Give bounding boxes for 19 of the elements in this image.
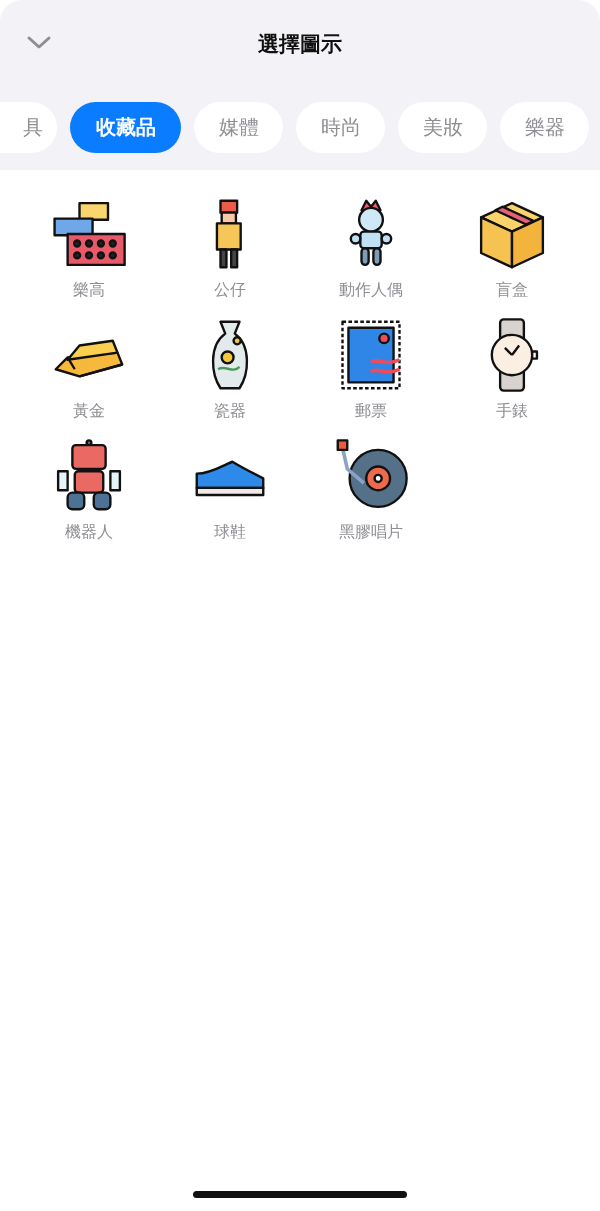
sheet-title: 選擇圖示 bbox=[258, 31, 342, 58]
category-tab[interactable]: 收藏品 bbox=[70, 102, 181, 153]
icon-label: 手錶 bbox=[495, 401, 528, 422]
collapse-icon[interactable] bbox=[26, 35, 52, 51]
icon-label: 郵票 bbox=[354, 401, 387, 422]
icon-label: 公仔 bbox=[213, 280, 246, 301]
category-tab[interactable]: 具 bbox=[0, 102, 57, 153]
icon-label: 瓷器 bbox=[213, 401, 246, 422]
icon-label: 機器人 bbox=[64, 522, 113, 543]
icon-label: 動作人偶 bbox=[338, 280, 403, 301]
category-tab[interactable]: 美妝 bbox=[398, 102, 487, 153]
category-tab[interactable]: 樂器 bbox=[500, 102, 589, 153]
icon-label: 球鞋 bbox=[213, 522, 246, 543]
icon-label: 黑膠唱片 bbox=[338, 522, 403, 543]
icon-label: 樂高 bbox=[72, 280, 105, 301]
category-tab[interactable]: 時尚 bbox=[296, 102, 385, 153]
category-tab[interactable]: 媒體 bbox=[194, 102, 283, 153]
icon-label: 盲盒 bbox=[495, 280, 528, 301]
icon-label: 黃金 bbox=[72, 401, 105, 422]
